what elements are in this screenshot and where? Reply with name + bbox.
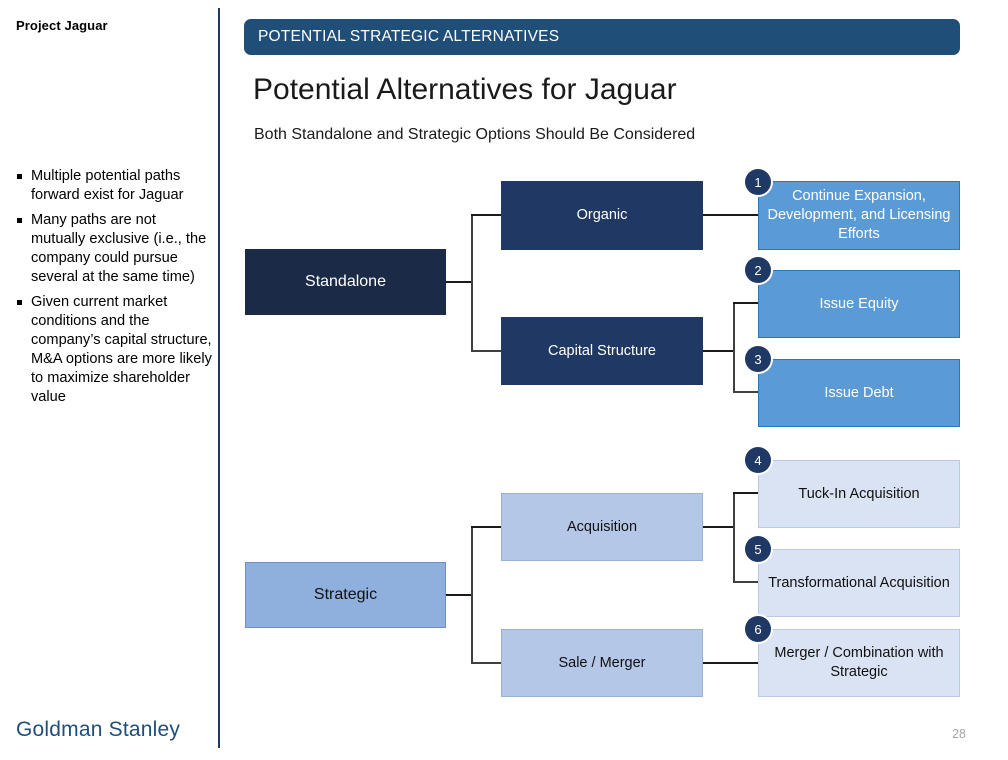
connector-strategic-to-acquisition — [471, 526, 502, 528]
connector-acquisition-bracket — [733, 493, 735, 583]
connector-strategic-stem — [446, 594, 472, 596]
connector-strategic-bracket — [471, 527, 473, 663]
node-option-1[interactable]: Continue Expansion, Development, and Lic… — [758, 181, 960, 250]
node-label: Standalone — [305, 272, 386, 290]
node-option-6[interactable]: Merger / Combination with Strategic — [758, 629, 960, 697]
connector-acquisition-to-item4 — [733, 492, 759, 494]
badge-number: 2 — [754, 262, 762, 278]
node-label: Tuck-In Acquisition — [798, 485, 920, 502]
alternatives-tree-diagram: Standalone Organic Capital Structure Con… — [0, 0, 1008, 760]
badge-2: 2 — [745, 257, 771, 283]
node-label: Capital Structure — [548, 342, 656, 359]
connector-capital-to-item3 — [733, 391, 759, 393]
node-label: Acquisition — [566, 518, 638, 535]
badge-number: 5 — [754, 541, 762, 557]
badge-3: 3 — [745, 346, 771, 372]
connector-acquisition-stem — [703, 526, 734, 528]
node-label: Issue Debt — [824, 384, 894, 401]
badge-number: 6 — [754, 621, 762, 637]
connector-standalone-to-capital — [471, 350, 502, 352]
node-option-5[interactable]: Transformational Acquisition — [758, 549, 960, 617]
connector-capital-bracket — [733, 303, 735, 393]
node-label: Issue Equity — [819, 295, 899, 312]
page-number: 28 — [952, 727, 966, 741]
node-capital-structure[interactable]: Capital Structure — [501, 317, 703, 385]
node-label: Sale / Merger — [558, 654, 646, 671]
connector-acquisition-to-item5 — [733, 581, 759, 583]
badge-number: 1 — [754, 174, 762, 190]
badge-number: 4 — [754, 452, 762, 468]
node-label: Merger / Combination with Strategic — [774, 645, 944, 680]
node-label: Continue Expansion, Development, and Lic… — [767, 188, 951, 242]
node-label: Transformational Acquisition — [768, 574, 950, 591]
connector-standalone-to-organic — [471, 214, 502, 216]
node-label: Strategic — [313, 585, 378, 603]
node-standalone[interactable]: Standalone — [245, 249, 446, 315]
connector-capital-to-item2 — [733, 302, 759, 304]
connector-standalone-bracket — [471, 215, 473, 351]
node-acquisition[interactable]: Acquisition — [501, 493, 703, 561]
node-option-4[interactable]: Tuck-In Acquisition — [758, 460, 960, 528]
connector-sale-merger-to-item6 — [703, 662, 759, 664]
connector-strategic-to-sale-merger — [471, 662, 502, 664]
connector-organic-to-item1 — [703, 214, 759, 216]
node-label: Organic — [576, 207, 628, 224]
badge-5: 5 — [745, 536, 771, 562]
node-option-2[interactable]: Issue Equity — [758, 270, 960, 338]
connector-standalone-stem — [446, 281, 472, 283]
connector-capital-stem — [703, 350, 734, 352]
badge-number: 3 — [754, 351, 762, 367]
node-sale-merger[interactable]: Sale / Merger — [501, 629, 703, 697]
slide-canvas: Project Jaguar Multiple potential paths … — [0, 0, 1008, 760]
node-strategic[interactable]: Strategic — [245, 562, 446, 628]
node-organic[interactable]: Organic — [501, 181, 703, 250]
badge-1: 1 — [745, 169, 771, 195]
node-option-3[interactable]: Issue Debt — [758, 359, 960, 427]
badge-4: 4 — [745, 447, 771, 473]
badge-6: 6 — [745, 616, 771, 642]
